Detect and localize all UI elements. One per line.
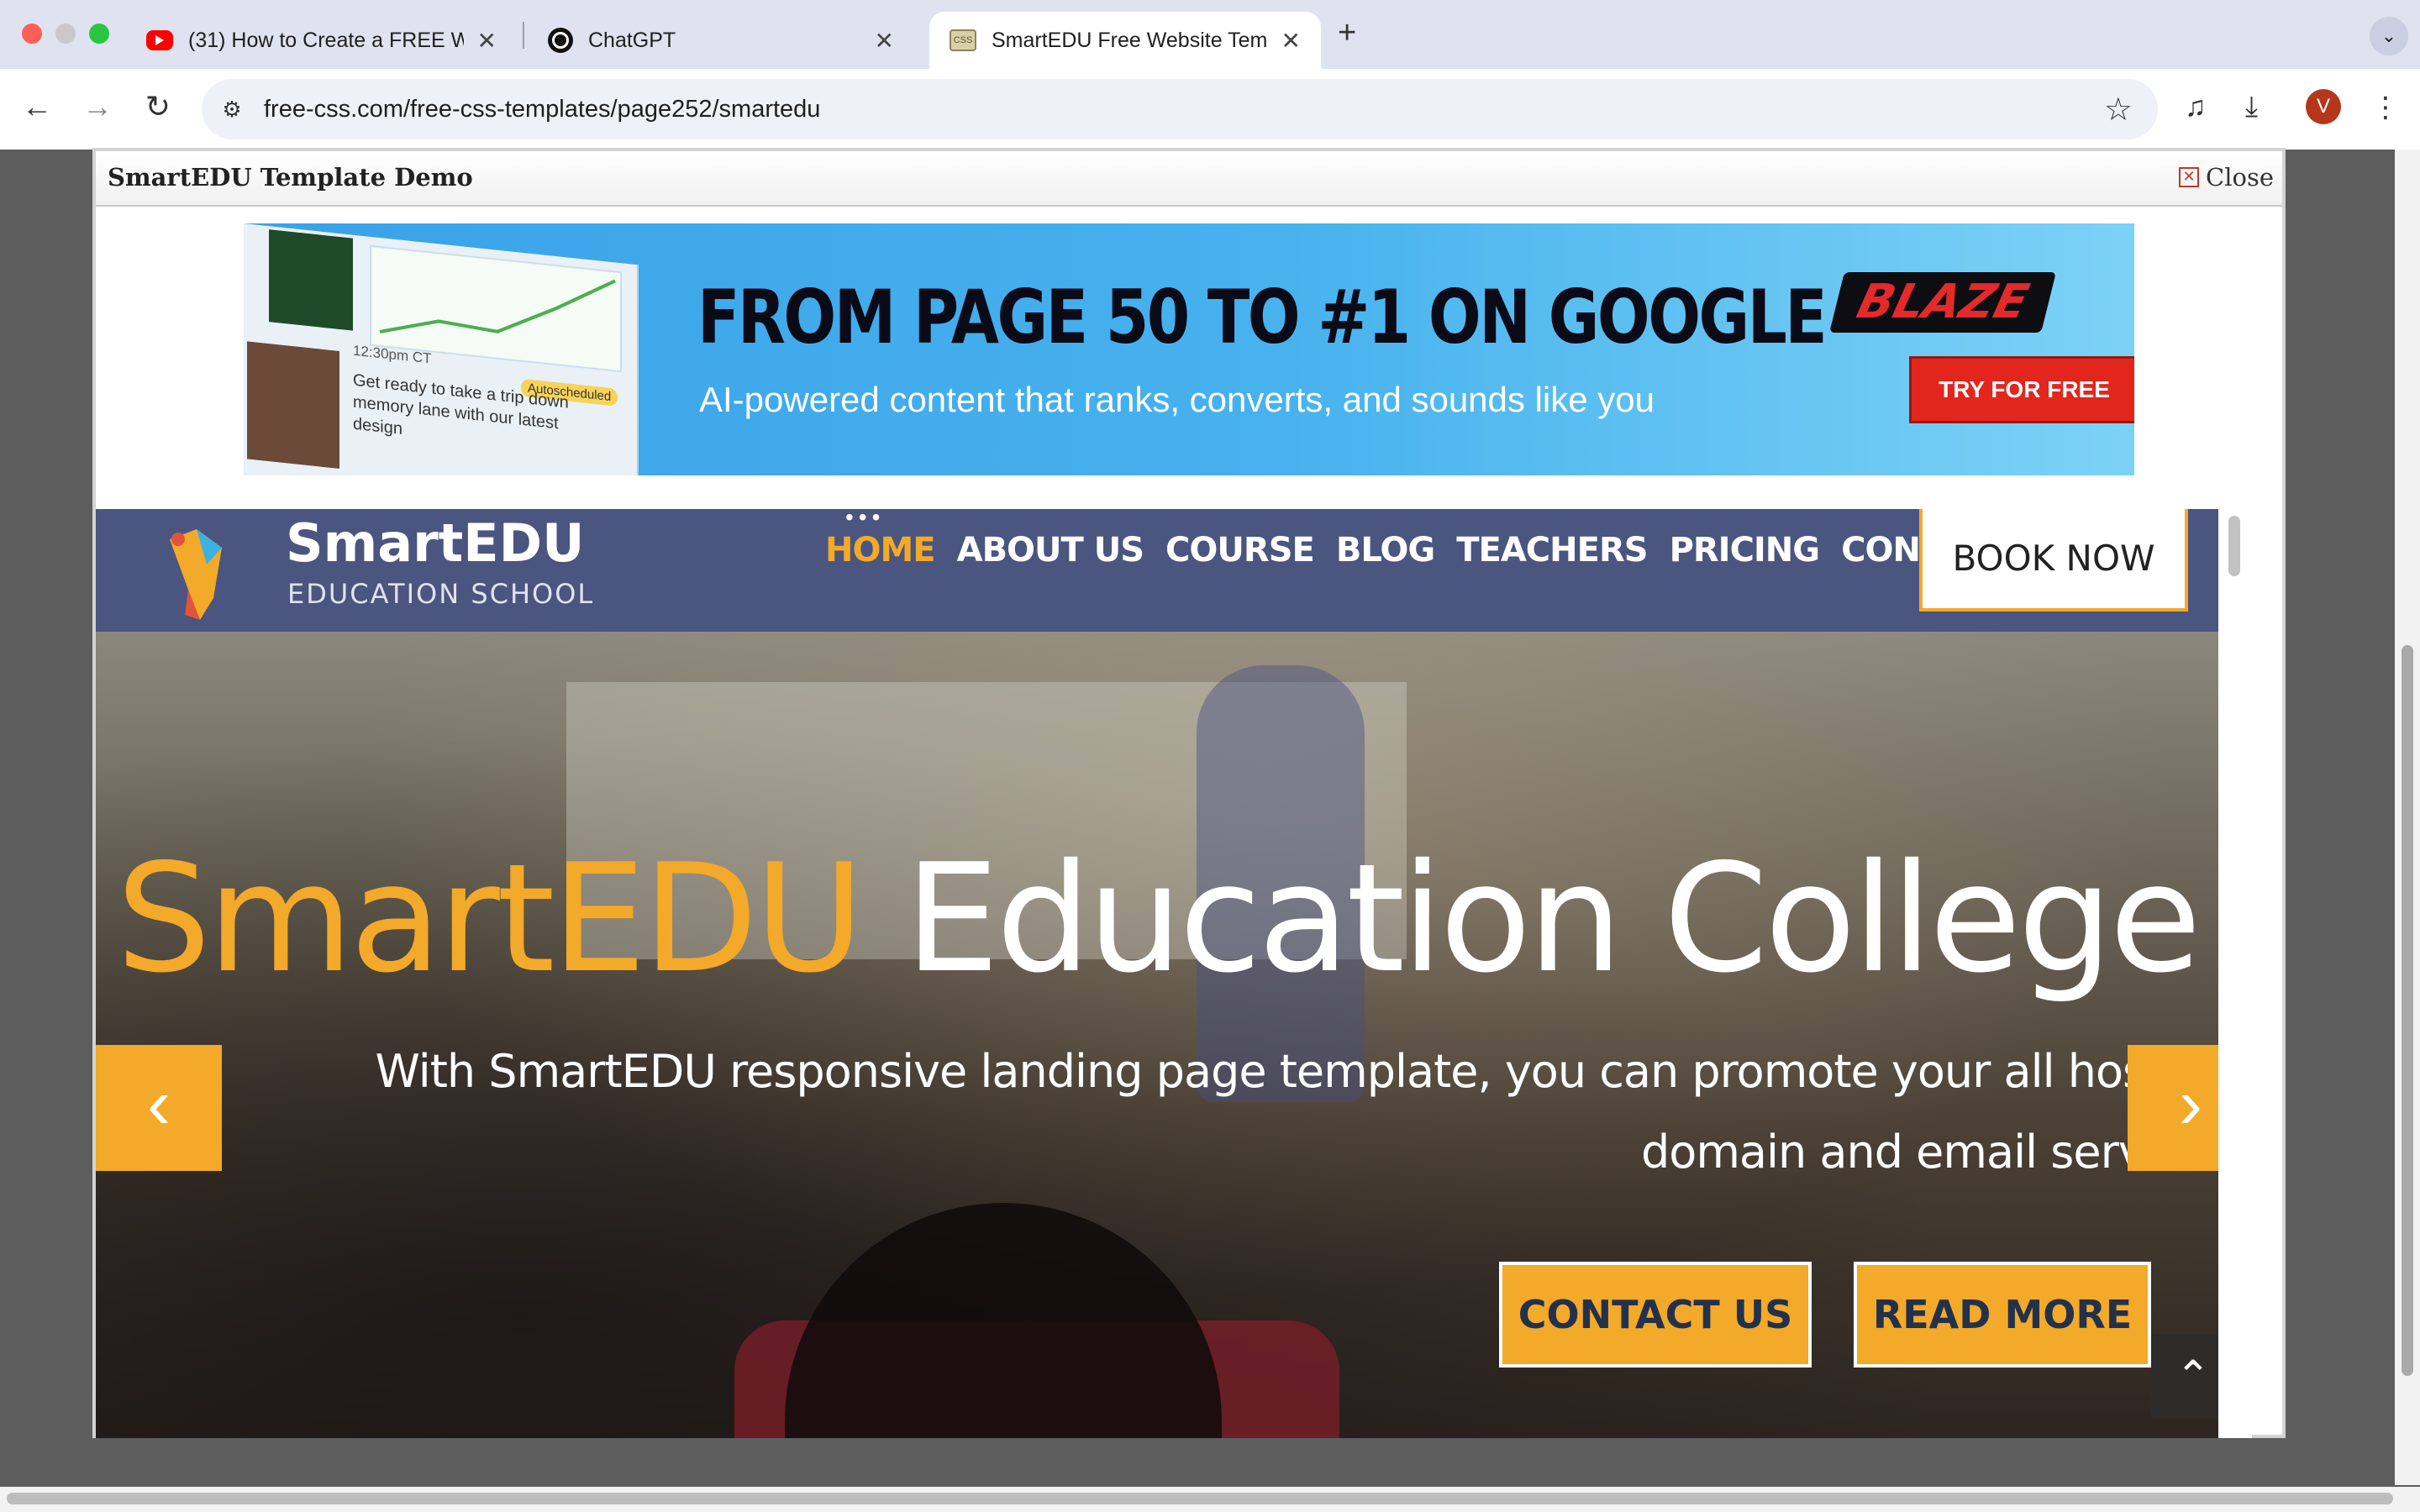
media-controls-icon[interactable]: ♫ bbox=[2185, 91, 2207, 123]
nav-about-us[interactable]: ABOUT US bbox=[957, 531, 1144, 570]
slider-prev-button[interactable]: ‹ bbox=[96, 1045, 222, 1171]
chatgpt-icon bbox=[548, 28, 573, 53]
hero-title: SmartEDU Education College bbox=[96, 832, 2218, 1005]
address-bar[interactable]: ⚙ free-css.com/free-css-templates/page25… bbox=[202, 79, 2158, 139]
more-menu-icon[interactable]: ⋮ bbox=[2371, 91, 2400, 124]
hero-title-accent: SmartEDU bbox=[116, 832, 864, 1005]
forward-arrow-icon[interactable]: → bbox=[77, 89, 118, 124]
profile-avatar[interactable]: V bbox=[2306, 89, 2341, 124]
page-scroll-thumb[interactable] bbox=[2402, 645, 2413, 1376]
close-icon[interactable]: ✕ bbox=[1281, 27, 1301, 55]
minimize-window-button[interactable] bbox=[55, 24, 76, 44]
template-demo-modal: SmartEDU Template Demo ✕ Close 12:30pm C… bbox=[92, 148, 2286, 1438]
hero-description: With SmartEDU responsive landing page te… bbox=[375, 1045, 2244, 1179]
maximize-window-button[interactable] bbox=[89, 24, 109, 44]
tab-title: SmartEDU Free Website Template bbox=[992, 28, 1268, 52]
close-icon[interactable]: ✕ bbox=[477, 27, 497, 55]
main-nav: HOME ABOUT US COURSE BLOG TEACHERS PRICI… bbox=[825, 531, 2012, 570]
nav-home[interactable]: HOME bbox=[825, 531, 936, 570]
template-preview-frame: SmartEDU EDUCATION SCHOOL ••• HOME ABOUT… bbox=[96, 509, 2252, 1438]
nav-course[interactable]: COURSE bbox=[1165, 531, 1315, 570]
nav-pricing[interactable]: PRICING bbox=[1670, 531, 1821, 570]
horizontal-scroll-thumb[interactable] bbox=[7, 1493, 2393, 1504]
tab-title: (31) How to Create a FREE Website bbox=[188, 28, 464, 52]
browser-toolbar: ← → ↻ ⚙ free-css.com/free-css-templates/… bbox=[0, 69, 2420, 150]
nav-blog[interactable]: BLOG bbox=[1336, 531, 1435, 570]
url-text[interactable]: free-css.com/free-css-templates/page252/… bbox=[264, 96, 820, 123]
close-icon[interactable]: ✕ bbox=[2179, 167, 2200, 187]
tab-youtube[interactable]: (31) How to Create a FREE Website ✕ bbox=[126, 12, 517, 69]
preview-scrollbar[interactable] bbox=[2218, 509, 2252, 1438]
site-settings-icon[interactable]: ⚙ bbox=[217, 94, 247, 124]
blaze-logo: BLAZE bbox=[1829, 272, 2056, 333]
try-for-free-button[interactable]: TRY FOR FREE bbox=[1909, 356, 2134, 423]
download-icon[interactable]: ⤓ bbox=[2245, 91, 2258, 123]
close-window-button[interactable] bbox=[22, 24, 42, 44]
tab-separator bbox=[523, 22, 524, 49]
chevron-down-icon[interactable]: ⌄ bbox=[2370, 17, 2408, 55]
close-icon[interactable]: ✕ bbox=[875, 27, 894, 55]
modal-close-button[interactable]: ✕ Close bbox=[2179, 163, 2274, 192]
modal-header: SmartEDU Template Demo ✕ Close bbox=[96, 151, 2282, 207]
logo-tagline: EDUCATION SCHOOL bbox=[287, 578, 595, 610]
mockup-tile bbox=[269, 229, 353, 331]
nav-dots: ••• bbox=[845, 509, 886, 530]
hero-slider: SmartEDU Education College With SmartEDU… bbox=[96, 632, 2252, 1438]
new-tab-icon[interactable]: + bbox=[1338, 15, 1356, 51]
logo-icon bbox=[170, 529, 222, 620]
mockup-portrait bbox=[247, 341, 339, 469]
css-icon: CSS bbox=[950, 29, 976, 51]
tab-chatgpt[interactable]: ChatGPT ✕ bbox=[528, 12, 914, 69]
back-arrow-icon[interactable]: ← bbox=[17, 89, 57, 124]
reload-icon[interactable]: ↻ bbox=[138, 89, 178, 124]
ad-subline: AI-powered content that ranks, converts,… bbox=[699, 380, 1655, 419]
logo-name[interactable]: SmartEDU bbox=[286, 512, 584, 574]
book-now-button[interactable]: BOOK NOW bbox=[1919, 509, 2188, 612]
ad-headline: FROM PAGE 50 TO #1 ON GOOGLE bbox=[697, 274, 1828, 360]
modal-title: SmartEDU Template Demo bbox=[108, 163, 473, 192]
preview-scroll-thumb[interactable] bbox=[2228, 516, 2240, 576]
browser-tab-bar: (31) How to Create a FREE Website ✕ Chat… bbox=[0, 0, 2420, 69]
ad-banner[interactable]: 12:30pm CT Autoscheduled Get ready to ta… bbox=[244, 223, 2134, 475]
tab-title: ChatGPT bbox=[588, 28, 676, 52]
site-navbar: SmartEDU EDUCATION SCHOOL ••• HOME ABOUT… bbox=[96, 509, 2252, 632]
tab-smartedu[interactable]: CSS SmartEDU Free Website Template ✕ bbox=[929, 12, 1321, 69]
nav-teachers[interactable]: TEACHERS bbox=[1456, 531, 1648, 570]
contact-us-button[interactable]: CONTACT US bbox=[1499, 1262, 1812, 1368]
read-more-button[interactable]: READ MORE bbox=[1854, 1262, 2151, 1368]
hero-background-student-head bbox=[785, 1203, 1222, 1438]
ad-mockup-image: 12:30pm CT Autoscheduled Get ready to ta… bbox=[244, 223, 639, 475]
youtube-icon bbox=[146, 30, 173, 50]
close-label[interactable]: Close bbox=[2206, 163, 2274, 192]
bookmark-star-icon[interactable]: ☆ bbox=[2104, 91, 2133, 129]
hero-title-rest: Education College bbox=[904, 832, 2202, 1005]
